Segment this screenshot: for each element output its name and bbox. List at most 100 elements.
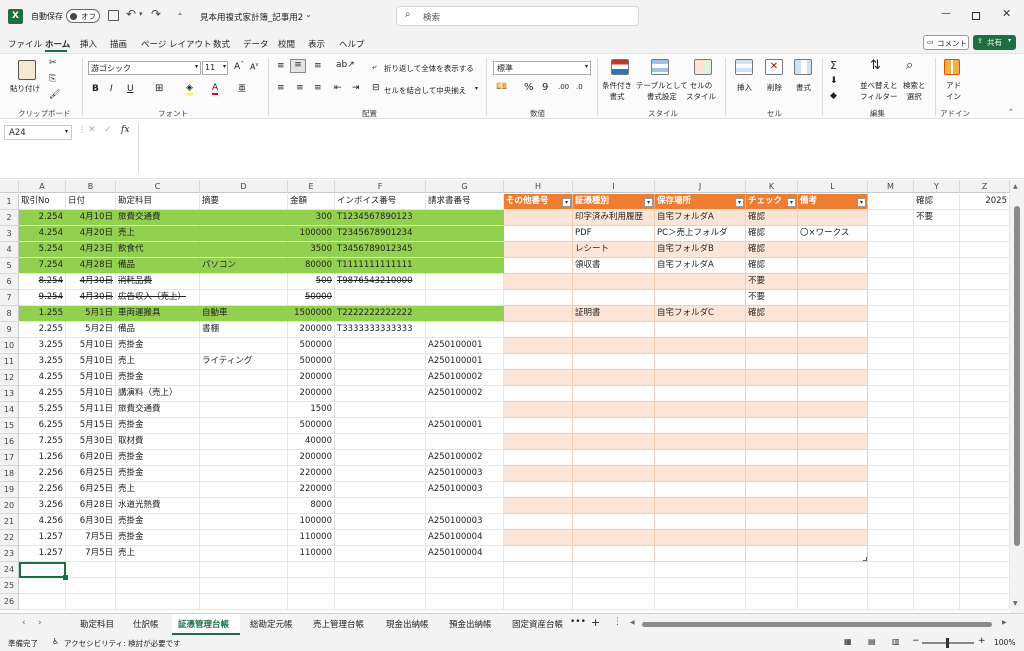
cell-K12[interactable]	[746, 370, 798, 386]
cell-Z6[interactable]	[960, 274, 1010, 290]
cell-J3[interactable]: PC＞売上フォルダ	[655, 226, 746, 242]
cell-L18[interactable]	[798, 466, 868, 482]
zoom-in-icon[interactable]: +	[978, 636, 986, 646]
cell-J11[interactable]	[655, 354, 746, 370]
cell-E11[interactable]: 500000	[288, 354, 335, 370]
cell-M20[interactable]	[868, 498, 914, 514]
column-header-I[interactable]: I	[573, 180, 655, 193]
cell-A4[interactable]: 5.254	[19, 242, 66, 258]
cell-F12[interactable]	[335, 370, 426, 386]
cell-I16[interactable]	[573, 434, 655, 450]
cell-I2[interactable]: 印字済み利用履歴	[573, 210, 655, 226]
cell-B7[interactable]: 4月30日	[66, 290, 116, 306]
cell-L8[interactable]	[798, 306, 868, 322]
cell-B2[interactable]: 4月10日	[66, 210, 116, 226]
copy-icon[interactable]: ⎘	[49, 74, 56, 84]
increase-indent-icon[interactable]: ⇥	[352, 83, 360, 93]
cell-H12[interactable]	[504, 370, 573, 386]
cell-I22[interactable]	[573, 530, 655, 546]
row-header[interactable]: 18	[0, 466, 19, 482]
cell-J12[interactable]	[655, 370, 746, 386]
cell-B19[interactable]: 6月25日	[66, 482, 116, 498]
cell-J17[interactable]	[655, 450, 746, 466]
cell-H5[interactable]	[504, 258, 573, 274]
cell-M3[interactable]	[868, 226, 914, 242]
find-select-icon[interactable]: ⌕	[906, 58, 913, 73]
insert-function-icon[interactable]: fx	[121, 125, 129, 135]
cell-I17[interactable]	[573, 450, 655, 466]
cell-Y11[interactable]	[914, 354, 960, 370]
align-center-icon[interactable]: ≡	[296, 83, 304, 93]
cell-D14[interactable]	[200, 402, 288, 418]
column-header-J[interactable]: J	[655, 180, 746, 193]
cell-B26[interactable]	[66, 594, 116, 610]
enter-icon[interactable]: ✓	[104, 125, 112, 135]
column-header-B[interactable]: B	[66, 180, 116, 193]
cell-E3[interactable]: 100000	[288, 226, 335, 242]
column-title-C[interactable]: 勘定科目	[116, 194, 200, 210]
cell-D7[interactable]	[200, 290, 288, 306]
column-header-M[interactable]: M	[868, 180, 914, 193]
vertical-scrollbar[interactable]: ▲ ▼	[1010, 180, 1024, 613]
cell-D15[interactable]	[200, 418, 288, 434]
column-title-Y[interactable]: 確認	[914, 194, 960, 210]
addins-label[interactable]: アド イン	[946, 80, 961, 102]
cell-D23[interactable]	[200, 546, 288, 562]
column-title-E[interactable]: 金額	[288, 194, 335, 210]
cell-J18[interactable]	[655, 466, 746, 482]
cell-A16[interactable]: 7.255	[19, 434, 66, 450]
cell-B20[interactable]: 6月28日	[66, 498, 116, 514]
sheet-tab-voucher-ledger[interactable]: 証憑管理台帳	[178, 618, 229, 630]
cell-I10[interactable]	[573, 338, 655, 354]
scroll-up-icon[interactable]: ▲	[1013, 183, 1018, 190]
customize-qat-icon[interactable]: ⩡	[178, 10, 182, 19]
cell-E15[interactable]: 500000	[288, 418, 335, 434]
column-header-D[interactable]: D	[200, 180, 288, 193]
cell-A17[interactable]: 1.256	[19, 450, 66, 466]
cell-E23[interactable]: 110000	[288, 546, 335, 562]
name-box[interactable]: A24 ▾	[4, 125, 72, 140]
cell-G24[interactable]	[426, 562, 504, 578]
cell-F3[interactable]: T2345678901234	[335, 226, 426, 242]
cell-G20[interactable]	[426, 498, 504, 514]
cell-Y5[interactable]	[914, 258, 960, 274]
minimize-icon[interactable]: —	[941, 8, 951, 19]
cell-A7[interactable]: 9.254	[19, 290, 66, 306]
cell-K9[interactable]	[746, 322, 798, 338]
tab-review[interactable]: 校閲	[278, 38, 295, 50]
chevron-down-icon[interactable]: ▾	[475, 85, 478, 92]
autosave-toggle[interactable]: オフ	[66, 9, 100, 23]
save-icon[interactable]	[108, 10, 119, 21]
row-header[interactable]: 7	[0, 290, 19, 306]
cell-Y10[interactable]	[914, 338, 960, 354]
cell-Z18[interactable]	[960, 466, 1010, 482]
cell-Y16[interactable]	[914, 434, 960, 450]
filter-dropdown-icon[interactable]: ▾	[735, 198, 744, 207]
cell-L15[interactable]	[798, 418, 868, 434]
cell-F7[interactable]	[335, 290, 426, 306]
column-header-C[interactable]: C	[116, 180, 200, 193]
insert-cells-icon[interactable]	[735, 59, 753, 75]
row-header[interactable]: 20	[0, 498, 19, 514]
cell-L22[interactable]	[798, 530, 868, 546]
underline-icon[interactable]: U	[127, 84, 134, 94]
cell-J7[interactable]	[655, 290, 746, 306]
cell-G3[interactable]	[426, 226, 504, 242]
cell-L7[interactable]	[798, 290, 868, 306]
cell-J2[interactable]: 自宅フォルダA	[655, 210, 746, 226]
cell-L19[interactable]	[798, 482, 868, 498]
column-header-K[interactable]: K	[746, 180, 798, 193]
cell-B25[interactable]	[66, 578, 116, 594]
cell-Y23[interactable]	[914, 546, 960, 562]
cell-A2[interactable]: 2.254	[19, 210, 66, 226]
row-header[interactable]: 10	[0, 338, 19, 354]
cell-F26[interactable]	[335, 594, 426, 610]
cell-C16[interactable]: 取材費	[116, 434, 200, 450]
row-header[interactable]: 16	[0, 434, 19, 450]
cell-M22[interactable]	[868, 530, 914, 546]
column-title-F[interactable]: インボイス番号	[335, 194, 426, 210]
cell-E20[interactable]: 8000	[288, 498, 335, 514]
cell-Z13[interactable]	[960, 386, 1010, 402]
cell-I26[interactable]	[573, 594, 655, 610]
normal-view-icon[interactable]: ▦	[844, 637, 852, 646]
